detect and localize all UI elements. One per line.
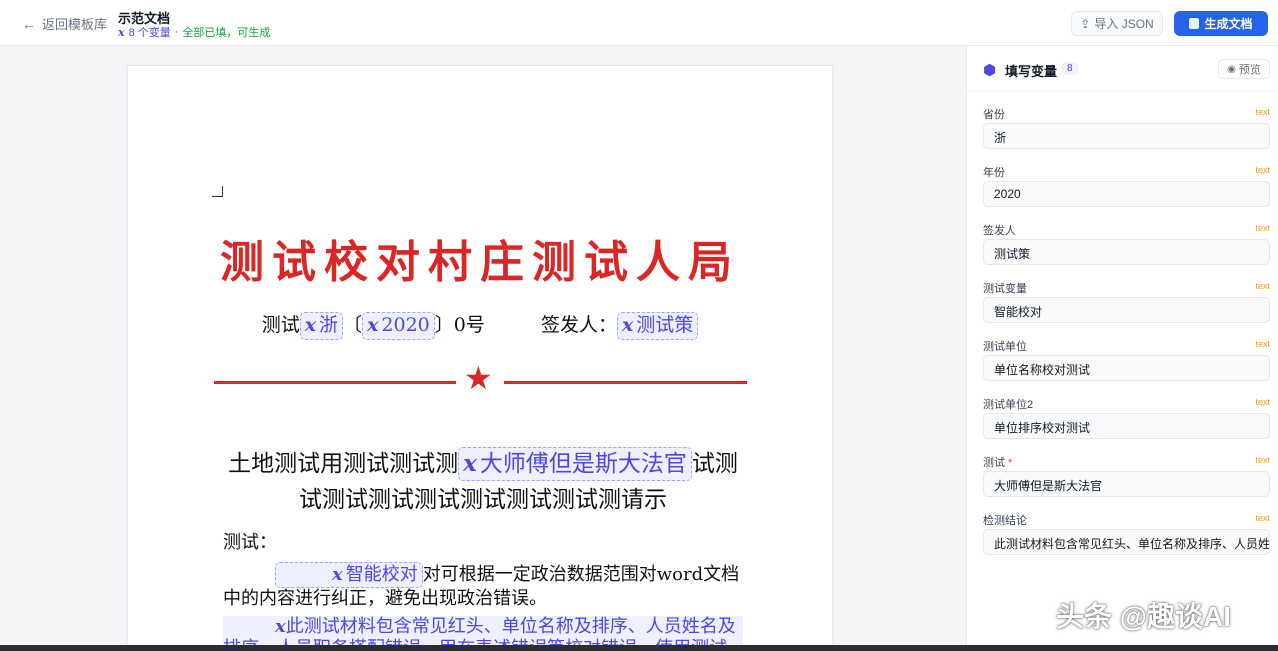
variable-icon: 𝒙 (275, 616, 286, 637)
watermark: 头条 @趣谈AI (1056, 601, 1232, 632)
field-type-tag: text (1255, 107, 1270, 117)
fill-status: 全部已填，可生成 (182, 27, 271, 39)
variable-icon: 𝒙 (621, 314, 634, 336)
field-label: 测试变量 (983, 283, 1027, 295)
variable-chip-test[interactable]: 𝒙 大师傅但是斯大法官 (458, 447, 692, 482)
editor-status-bar (0, 645, 1278, 651)
variable-chip-signer[interactable]: 𝒙 测试策 (616, 312, 699, 340)
generate-document-button[interactable]: 生成文档 (1174, 11, 1268, 36)
separator: · (174, 26, 179, 38)
field-label: 测试单位 (983, 341, 1027, 353)
variable-count: 8 个变量 (128, 27, 171, 39)
document-number-line: 测试 𝒙 浙〔 𝒙 2020 〕0号 签发人： 𝒙 测试策 (128, 310, 832, 340)
red-rule-right (504, 381, 747, 384)
bracket-close: 〕0号 (434, 314, 485, 336)
red-header-title: 测试校对村庄测试人局 (220, 237, 740, 288)
field-label: 测试 (983, 457, 1005, 469)
variable-icon: 𝒙 (367, 314, 379, 336)
arrow-left-icon: ← (22, 15, 36, 32)
variable-count-badge: 8 (1061, 62, 1079, 75)
variable-chip-test-variable[interactable]: 𝒙 智能校对 (275, 562, 423, 589)
eye-icon: ◉ (1227, 63, 1236, 75)
bracket-open: 〔 (343, 314, 363, 336)
test-input[interactable]: 大师傅但是斯大法官 (983, 471, 1270, 497)
field-type-tag: text (1255, 455, 1270, 465)
document-page: 测试校对村庄测试人局 测试 𝒙 浙〔 𝒙 2020 〕0号 签发人： 𝒙 测试策 ★ 土地测试… (128, 66, 832, 645)
margin-corner-mark (212, 186, 223, 197)
field-label: 检测结论 (983, 515, 1027, 527)
variables-panel: ⬢ 填写变量 8 ◉ 预览 省份 text 浙 年份 text 2020 签发人… (966, 46, 1278, 645)
preview-label: 预览 (1238, 64, 1261, 76)
panel-header: ⬢ 填写变量 8 ◉ 预览 (967, 46, 1278, 92)
import-json-button[interactable]: ⇪ 导入 JSON (1071, 11, 1163, 36)
back-to-templates-button[interactable]: ← 返回模板库 (22, 14, 107, 33)
document-status: 𝒙 8 个变量 · 全部已填，可生成 (118, 24, 270, 40)
test-unit-2-input[interactable]: 单位排序校对测试 (983, 413, 1270, 439)
field-label: 省份 (983, 109, 1005, 121)
field-type-tag: text (1255, 165, 1270, 175)
signer-input[interactable]: 测试策 (983, 239, 1270, 265)
variable-chip-conclusion[interactable]: 𝒙此测试材料包含常见红头、单位名称及排序、人员姓名及排序、人员职务搭配错误，甲在… (223, 616, 743, 645)
field-label: 测试单位2 (983, 399, 1034, 411)
hexagon-settings-icon: ⬢ (983, 62, 997, 79)
variable-chip-province[interactable]: 𝒙浙 (299, 312, 344, 340)
panel-title: 填写变量 (1005, 64, 1058, 79)
field-type-tag: text (1255, 397, 1270, 407)
test-variable-input[interactable]: 智能校对 (983, 297, 1270, 323)
document-canvas[interactable]: 测试校对村庄测试人局 测试 𝒙 浙〔 𝒙 2020 〕0号 签发人： 𝒙 测试策 ★ 土地测试… (0, 46, 966, 645)
meta-prefix: 测试 (261, 314, 300, 336)
variable-chip-year[interactable]: 𝒙 2020 (362, 312, 435, 340)
variable-icon: 𝒙 (304, 314, 317, 336)
upload-icon: ⇪ (1080, 16, 1091, 31)
conclusion-input[interactable]: 此测试材料包含常见红头、单位名称及排序、人员姓名 (983, 529, 1270, 555)
document-subject: 土地测试用测试测试测 𝒙 大师傅但是斯大法官 试测试测试测试测试测试测试测试测请示 (223, 446, 743, 518)
document-icon (1189, 18, 1200, 29)
field-label: 年份 (983, 167, 1005, 179)
field-type-tag: text (1255, 281, 1270, 291)
import-json-label: 导入 JSON (1094, 17, 1154, 31)
variable-icon: 𝒙 (463, 450, 477, 477)
top-bar: ← 返回模板库 示范文档 𝒙 8 个变量 · 全部已填，可生成 ⇪ 导入 JSO… (0, 0, 1278, 46)
paragraph-1: 𝒙 智能校对 对可根据一定政治数据范围对word文档中的内容进行纠正，避免出现政治错… (223, 562, 740, 610)
variable-icon: 𝒙 (332, 564, 343, 585)
preview-button[interactable]: ◉ 预览 (1218, 59, 1270, 79)
red-star-icon: ★ (464, 359, 493, 397)
red-rule-left (214, 381, 456, 384)
field-type-tag: text (1255, 513, 1270, 523)
province-input[interactable]: 浙 (983, 123, 1270, 149)
required-marker: * (1008, 457, 1013, 469)
field-label: 签发人 (983, 225, 1016, 237)
signer-label: 签发人： (540, 314, 617, 336)
field-type-tag: text (1255, 339, 1270, 349)
year-input[interactable]: 2020 (983, 181, 1270, 207)
test-unit-input[interactable]: 单位名称校对测试 (983, 355, 1270, 381)
generate-document-label: 生成文档 (1204, 17, 1253, 31)
back-label: 返回模板库 (42, 17, 108, 32)
greeting: 测试： (223, 532, 277, 553)
variable-icon: 𝒙 (118, 25, 125, 39)
field-type-tag: text (1255, 223, 1270, 233)
